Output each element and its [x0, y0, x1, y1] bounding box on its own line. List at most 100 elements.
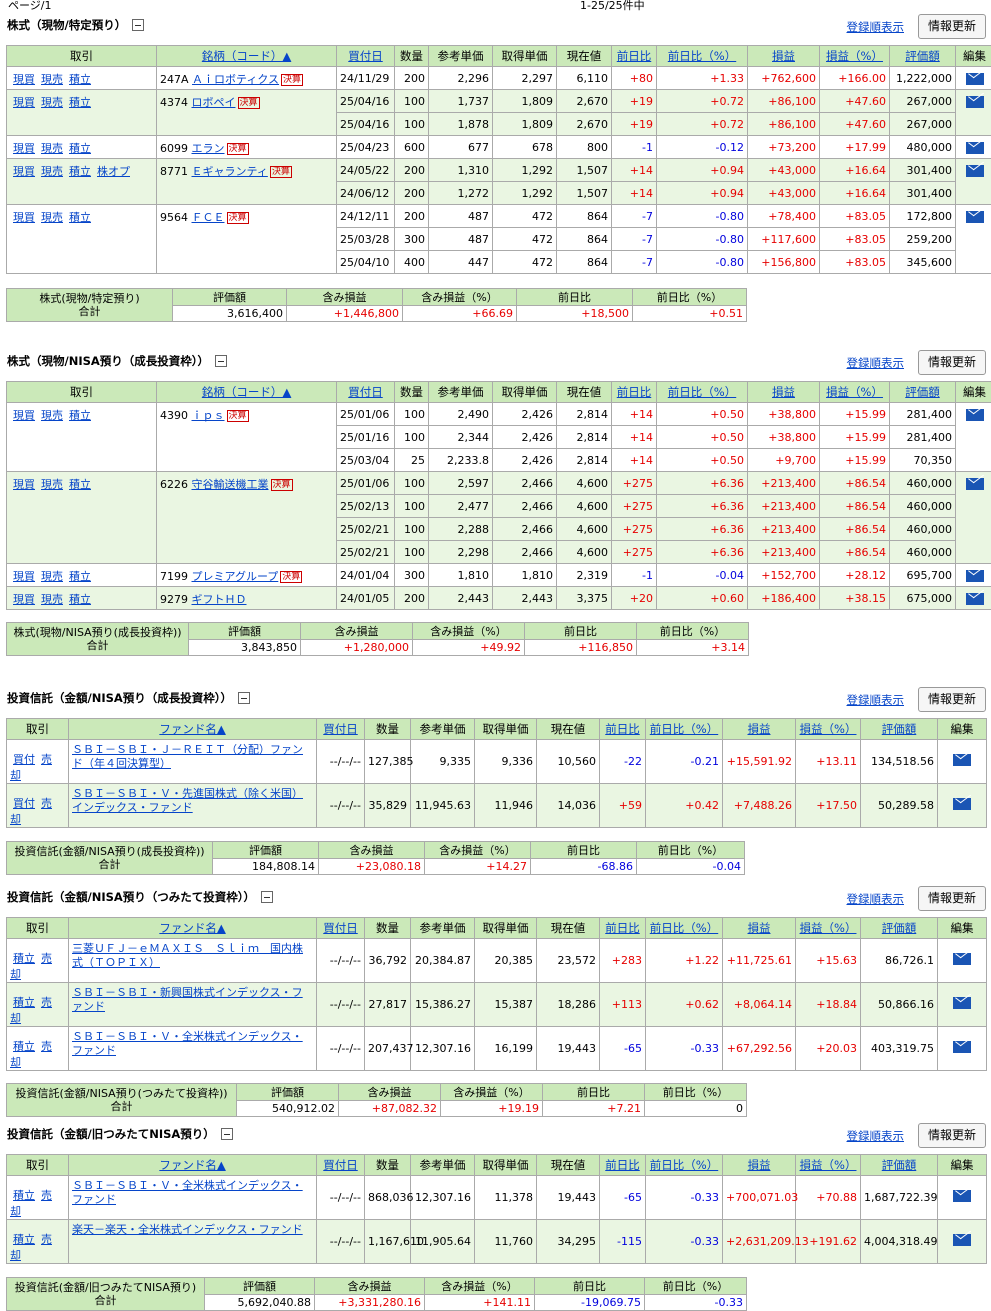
sort-link[interactable]: 前日比（%）: [668, 49, 736, 63]
registration-order-link[interactable]: 登録順表示: [847, 1128, 905, 1144]
mail-icon[interactable]: [965, 96, 984, 108]
sort-link[interactable]: 前日比: [605, 722, 640, 736]
sort-link[interactable]: 前日比（%）: [668, 385, 736, 399]
fund-name-link[interactable]: ＳＢＩ－ＳＢＩ・新興国株式インデックス・ファンド: [72, 986, 313, 1014]
trade-link[interactable]: 積立: [69, 73, 91, 86]
sort-link[interactable]: ファンド名▲: [159, 722, 225, 736]
sort-link[interactable]: 損益（%）: [800, 722, 857, 736]
column-header[interactable]: 前日比（%）: [656, 45, 748, 67]
refresh-button[interactable]: 情報更新: [918, 350, 986, 375]
trade-link[interactable]: 現売: [41, 478, 63, 491]
sort-link[interactable]: ファンド名▲: [159, 921, 225, 935]
stock-name-link[interactable]: 守谷輸送機工業: [192, 478, 269, 491]
mail-icon[interactable]: [953, 754, 971, 766]
fund-name-link[interactable]: ＳＢＩ－ＳＢＩ・Ｖ・先進国株式（除く米国）インデックス・ファンド: [72, 787, 313, 815]
trade-link[interactable]: 積立: [69, 570, 91, 583]
column-header[interactable]: 銘柄（コード）▲: [156, 381, 337, 403]
mail-icon[interactable]: [953, 798, 971, 810]
sort-link[interactable]: 前日比（%）: [650, 1158, 718, 1172]
column-header[interactable]: 買付日: [336, 381, 395, 403]
trade-link[interactable]: 現売: [41, 409, 63, 422]
stock-name-link[interactable]: Ｅギャランティ: [192, 165, 268, 178]
trade-link[interactable]: 現売: [41, 142, 63, 155]
column-header[interactable]: 前日比: [599, 917, 646, 939]
sort-link[interactable]: 評価額: [882, 921, 917, 935]
trade-link[interactable]: 現買: [13, 73, 35, 86]
mail-icon[interactable]: [965, 593, 984, 605]
sort-link[interactable]: 前日比: [605, 921, 640, 935]
registration-order-link[interactable]: 登録順表示: [847, 692, 905, 708]
sort-link[interactable]: 損益（%）: [826, 49, 883, 63]
fund-name-link[interactable]: 三菱ＵＦＪ－ｅＭＡＸＩＳ Ｓｌｉｍ 国内株式（ＴＯＰＩＸ）: [72, 942, 313, 970]
column-header[interactable]: ファンド名▲: [68, 917, 317, 939]
earnings-badge[interactable]: 決算: [281, 74, 304, 86]
column-header[interactable]: 前日比: [599, 1154, 646, 1176]
mail-icon[interactable]: [953, 1234, 971, 1246]
stock-name-link[interactable]: エラン: [192, 142, 225, 155]
trade-link[interactable]: 現売: [41, 211, 63, 224]
column-header[interactable]: 買付日: [316, 1154, 365, 1176]
earnings-badge[interactable]: 決算: [226, 212, 249, 224]
column-header[interactable]: 買付日: [316, 917, 365, 939]
sort-link[interactable]: 買付日: [323, 921, 358, 935]
sort-link[interactable]: 損益: [748, 921, 771, 935]
sort-link[interactable]: ファンド名▲: [159, 1158, 225, 1172]
earnings-badge[interactable]: 決算: [226, 143, 249, 155]
trade-link[interactable]: 現買: [13, 96, 35, 109]
sort-link[interactable]: 評価額: [905, 49, 940, 63]
sort-link[interactable]: 買付日: [323, 1158, 358, 1172]
column-header[interactable]: 評価額: [889, 381, 956, 403]
mail-icon[interactable]: [965, 570, 984, 582]
column-header[interactable]: 損益（%）: [819, 45, 890, 67]
sort-link[interactable]: 前日比（%）: [650, 921, 718, 935]
trade-link[interactable]: 積立: [69, 142, 91, 155]
earnings-badge[interactable]: 決算: [280, 571, 303, 583]
column-header[interactable]: 前日比（%）: [656, 381, 748, 403]
earnings-badge[interactable]: 決算: [269, 166, 292, 178]
column-header[interactable]: 前日比（%）: [645, 718, 723, 740]
column-header[interactable]: 損益: [747, 381, 820, 403]
sort-link[interactable]: 前日比: [617, 385, 652, 399]
collapse-icon[interactable]: [132, 19, 145, 31]
fund-name-link[interactable]: ＳＢＩ－ＳＢＩ・Ｊ－ＲＥＩＴ（分配）ファンド（年４回決算型）: [72, 743, 313, 771]
mail-icon[interactable]: [965, 142, 984, 154]
column-header[interactable]: 損益: [747, 45, 820, 67]
column-header[interactable]: 評価額: [860, 917, 938, 939]
fund-name-link[interactable]: ＳＢＩ－ＳＢＩ・Ｖ・全米株式インデックス・ファンド: [72, 1030, 313, 1058]
trade-link[interactable]: 積立: [13, 1040, 35, 1053]
registration-order-link[interactable]: 登録順表示: [847, 19, 905, 35]
sort-link[interactable]: 損益（%）: [800, 1158, 857, 1172]
earnings-badge[interactable]: 決算: [237, 97, 260, 109]
sort-link[interactable]: 買付日: [348, 385, 383, 399]
mail-icon[interactable]: [953, 1041, 971, 1053]
trade-link[interactable]: 現買: [13, 409, 35, 422]
sort-link[interactable]: 前日比（%）: [650, 722, 718, 736]
collapse-icon[interactable]: [215, 355, 228, 367]
sort-link[interactable]: 評価額: [882, 722, 917, 736]
column-header[interactable]: 買付日: [316, 718, 365, 740]
column-header[interactable]: 前日比: [611, 381, 657, 403]
column-header[interactable]: ファンド名▲: [68, 1154, 317, 1176]
stock-name-link[interactable]: Ａｉロボティクス: [192, 73, 279, 86]
stock-name-link[interactable]: ＦＣＥ: [192, 211, 225, 224]
column-header[interactable]: 前日比: [599, 718, 646, 740]
column-header[interactable]: 損益（%）: [795, 718, 861, 740]
registration-order-link[interactable]: 登録順表示: [847, 355, 905, 371]
column-header[interactable]: 評価額: [860, 718, 938, 740]
column-header[interactable]: 前日比（%）: [645, 1154, 723, 1176]
sort-link[interactable]: 損益: [772, 49, 795, 63]
trade-link[interactable]: 積立: [69, 478, 91, 491]
column-header[interactable]: 損益: [722, 1154, 796, 1176]
column-header[interactable]: 前日比: [611, 45, 657, 67]
trade-link[interactable]: 現買: [13, 165, 35, 178]
mail-icon[interactable]: [965, 478, 984, 490]
trade-link[interactable]: 積立: [69, 165, 91, 178]
sort-link[interactable]: 前日比: [617, 49, 652, 63]
trade-link[interactable]: 積立: [69, 211, 91, 224]
mail-icon[interactable]: [965, 73, 984, 85]
trade-link[interactable]: 現買: [13, 570, 35, 583]
stock-name-link[interactable]: プレミアグループ: [192, 570, 279, 583]
trade-link[interactable]: 買付: [13, 753, 35, 766]
trade-link[interactable]: 積立: [13, 1189, 35, 1202]
column-header[interactable]: 損益（%）: [795, 917, 861, 939]
